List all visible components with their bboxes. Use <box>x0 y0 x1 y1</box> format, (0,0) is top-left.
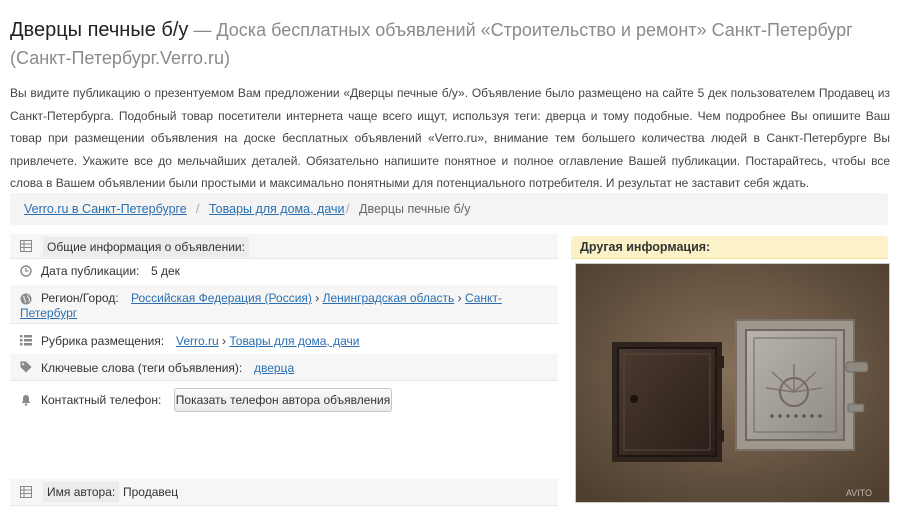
info-header-label: Общие информация о объявлении: <box>43 237 249 257</box>
author-row: Имя автора: Продавец <box>10 479 558 506</box>
region-label: Регион/Город: <box>41 291 119 305</box>
other-info-header: Другая информация: <box>571 236 888 259</box>
region-oblast-link[interactable]: Ленинградская область <box>323 291 455 305</box>
date-label: Дата публикации: <box>41 264 140 278</box>
ad-photo[interactable]: AVITO <box>575 263 890 503</box>
dark-door <box>612 342 724 462</box>
table-icon <box>20 240 32 252</box>
region-country-link[interactable]: Российская Федерация (Россия) <box>131 291 312 305</box>
breadcrumb-home-link[interactable]: Verro.ru в Санкт-Петербурге <box>24 202 187 216</box>
ad-title: Дверцы печные б/у <box>10 19 189 41</box>
page-title: Дверцы печные б/у — Доска бесплатных объ… <box>10 16 890 72</box>
rubric-label: Рубрика размещения: <box>41 334 165 348</box>
region-value: Российская Федерация (Россия) › Ленингра… <box>131 291 502 305</box>
rubric-value: Verro.ru › Товары для дома, дачи <box>176 334 359 348</box>
date-row: Дата публикации: 5 дек <box>10 259 558 283</box>
author-value: Продавец <box>123 485 179 499</box>
grey-door <box>735 319 869 451</box>
region-city-continued: Петербург <box>20 306 77 320</box>
region-arrow: › <box>457 291 462 305</box>
keywords-row: Ключевые слова (теги объявления): дверца <box>10 354 558 381</box>
breadcrumb-category-link[interactable]: Товары для дома, дачи <box>209 202 345 216</box>
rubric-arrow: › <box>222 334 227 348</box>
rubric-row: Рубрика размещения: Verro.ru › Товары дл… <box>10 328 558 352</box>
keyword-link[interactable]: дверца <box>254 361 294 375</box>
rubric-category-link[interactable]: Товары для дома, дачи <box>229 334 359 348</box>
tag-icon <box>20 361 32 373</box>
keywords-value: дверца <box>254 361 294 375</box>
region-arrow: › <box>315 291 320 305</box>
rubric-site-link[interactable]: Verro.ru <box>176 334 219 348</box>
photo-watermark: AVITO <box>846 488 872 498</box>
phone-label: Контактный телефон: <box>41 393 162 407</box>
breadcrumb-separator: / <box>346 202 350 216</box>
date-value: 5 дек <box>151 264 180 278</box>
author-label: Имя автора: <box>43 482 120 502</box>
intro-text: Вы видите публикацию о презентуемом Вам … <box>10 86 890 191</box>
other-info-label: Другая информация: <box>580 240 711 254</box>
breadcrumb-current: Дверцы печные б/у <box>359 202 471 216</box>
globe-icon <box>20 293 32 305</box>
region-city-link[interactable]: Санкт- <box>465 291 502 305</box>
info-header-row: Общие информация о объявлении: <box>10 234 558 259</box>
region-city-link-2[interactable]: Петербург <box>20 306 77 320</box>
show-phone-button[interactable]: Показать телефон автора объявления <box>174 388 392 412</box>
breadcrumb: Verro.ru в Санкт-Петербурге / Товары для… <box>10 193 888 225</box>
bell-icon <box>20 394 32 406</box>
keywords-label: Ключевые слова (теги объявления): <box>41 361 243 375</box>
stove-doors-image: AVITO <box>576 264 889 502</box>
clock-icon <box>20 265 32 277</box>
table-icon <box>20 486 32 498</box>
breadcrumb-separator: / <box>196 202 200 216</box>
list-icon <box>20 334 32 346</box>
region-row: Регион/Город: Российская Федерация (Росс… <box>10 285 558 324</box>
